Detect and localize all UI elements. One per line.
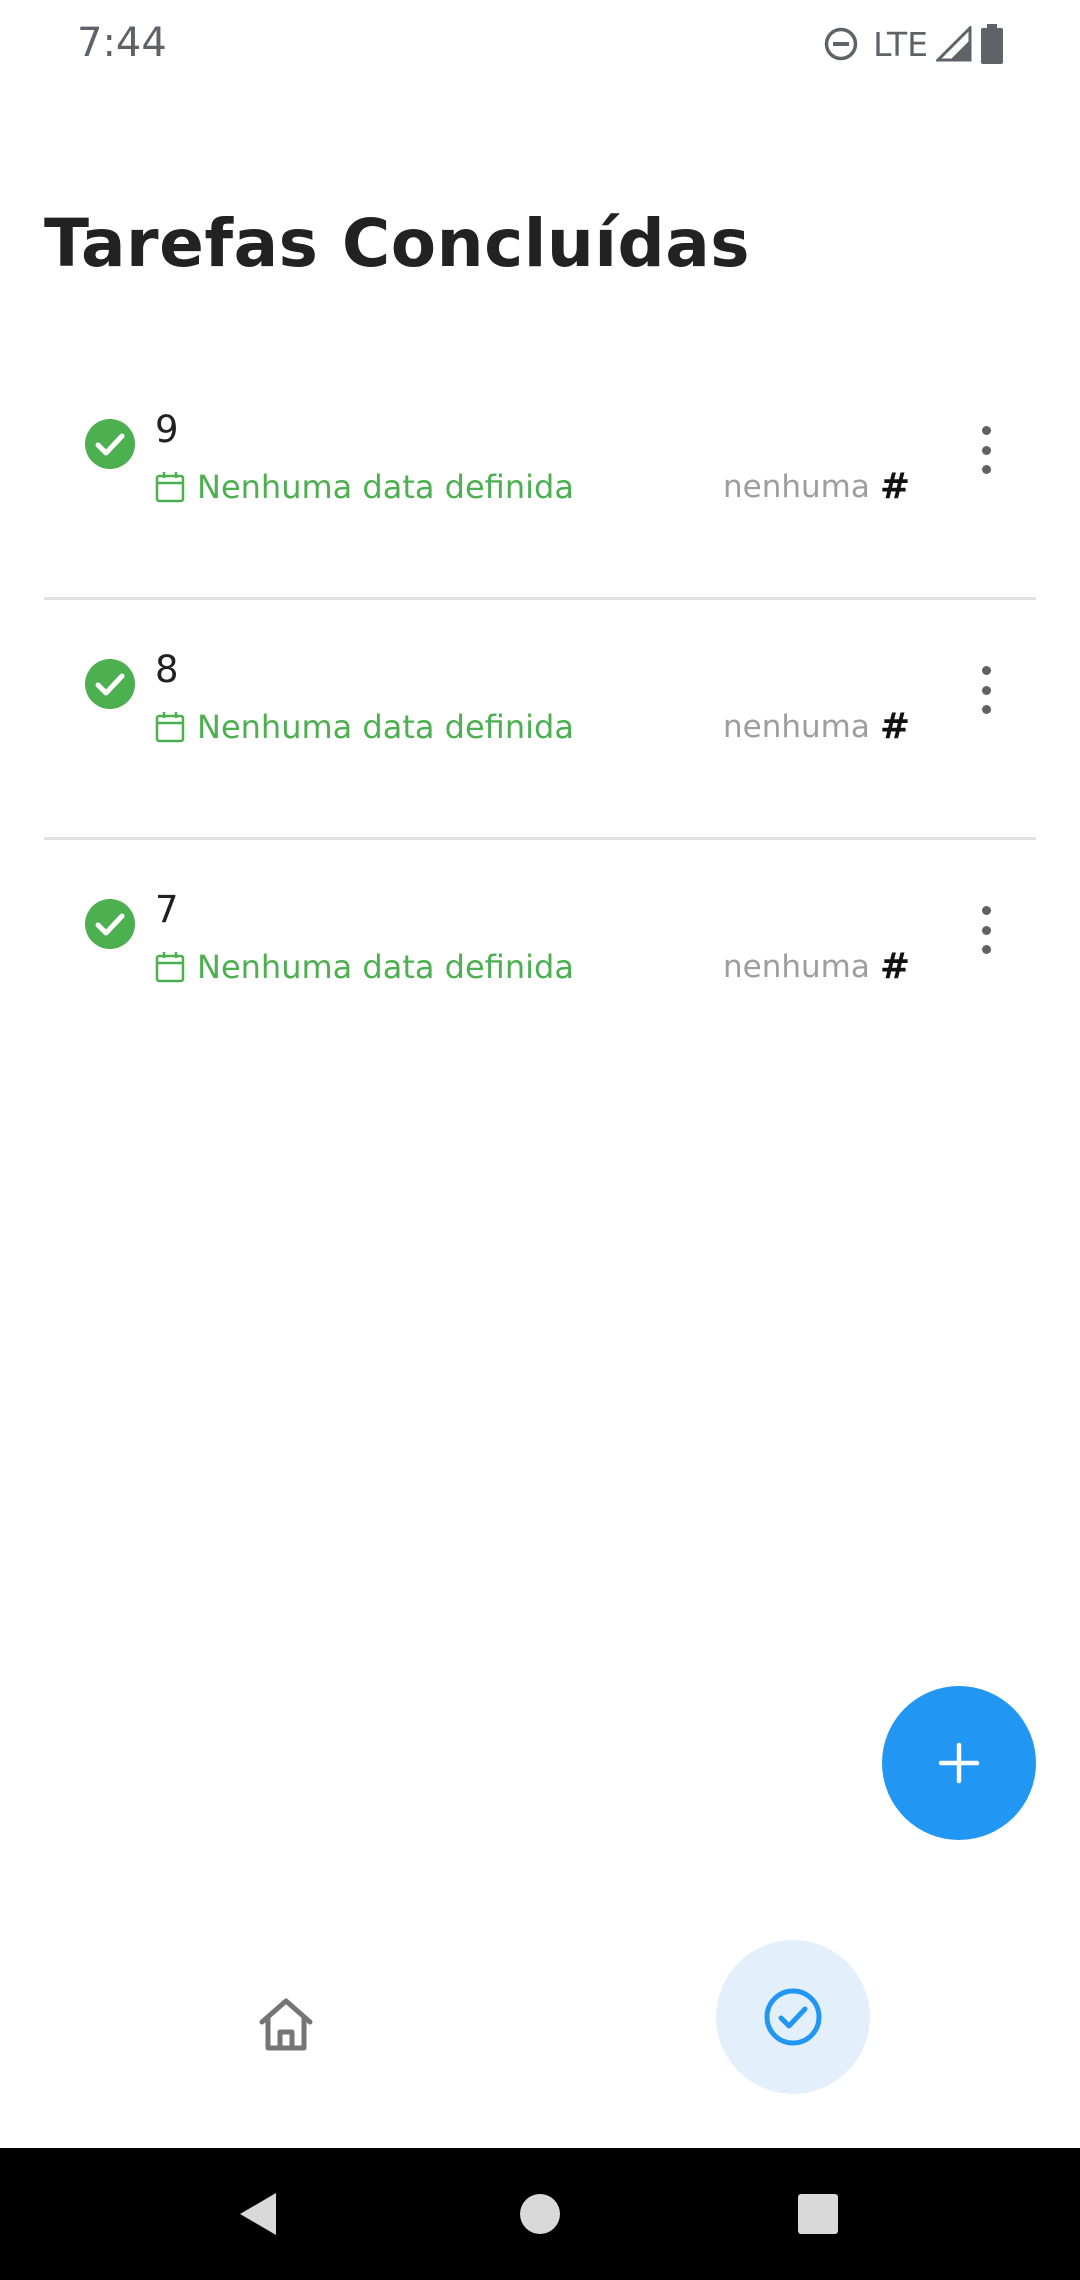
category-label: nenhuma <box>722 948 870 985</box>
calendar-icon <box>155 472 185 503</box>
check-circle-icon[interactable] <box>84 898 136 950</box>
hash-icon: # <box>879 706 910 747</box>
task-title: 9 <box>155 408 179 451</box>
task-category: nenhuma # <box>723 946 910 987</box>
add-task-button[interactable] <box>882 1686 1036 1840</box>
battery-icon <box>981 24 1003 64</box>
task-date-row: Nenhuma data definida <box>155 468 574 506</box>
do-not-disturb-icon <box>824 27 858 61</box>
check-circle-outline-icon <box>764 1988 822 2046</box>
status-icons: LTE <box>823 22 1004 66</box>
calendar-icon <box>155 712 185 743</box>
system-recents-button[interactable] <box>784 2180 852 2248</box>
screen: 7:44 LTE Tarefas Concluídas 9 Nenhuma da… <box>0 0 1080 2280</box>
more-vertical-icon <box>981 426 991 435</box>
task-date: Nenhuma data definida <box>197 468 574 506</box>
task-date-row: Nenhuma data definida <box>155 708 574 746</box>
task-date-row: Nenhuma data definida <box>155 948 574 986</box>
check-circle-icon[interactable] <box>84 658 136 710</box>
system-back-button[interactable] <box>224 2180 292 2248</box>
status-bar: 7:44 LTE <box>0 0 1080 88</box>
nav-completed-button[interactable] <box>716 1940 870 2094</box>
signal-icon <box>936 26 972 62</box>
more-options-button[interactable] <box>976 666 996 714</box>
task-title: 7 <box>155 888 179 931</box>
category-label: nenhuma <box>722 708 870 745</box>
system-navigation-bar <box>0 2148 1080 2280</box>
home-circle-icon <box>520 2194 560 2234</box>
more-vertical-icon <box>981 906 991 915</box>
hash-icon: # <box>879 466 910 507</box>
more-vertical-icon <box>981 666 991 675</box>
nav-home-button[interactable] <box>248 1986 324 2062</box>
bottom-nav <box>0 1920 1080 2148</box>
calendar-icon <box>155 952 185 983</box>
system-home-button[interactable] <box>506 2180 574 2248</box>
task-date: Nenhuma data definida <box>197 948 574 986</box>
recents-square-icon <box>798 2194 838 2234</box>
task-title: 8 <box>155 648 179 691</box>
task-item[interactable]: 9 Nenhuma data definida nenhuma # <box>44 360 1036 600</box>
task-list: 9 Nenhuma data definida nenhuma # 8 Nenh… <box>44 360 1036 1080</box>
back-triangle-icon <box>240 2193 276 2235</box>
plus-icon <box>938 1742 980 1784</box>
task-date: Nenhuma data definida <box>197 708 574 746</box>
page-title: Tarefas Concluídas <box>44 205 751 282</box>
network-type: LTE <box>873 24 928 64</box>
more-options-button[interactable] <box>976 426 996 474</box>
status-time: 7:44 <box>77 20 167 66</box>
task-category: nenhuma # <box>723 706 910 747</box>
category-label: nenhuma <box>722 468 870 505</box>
check-circle-icon[interactable] <box>84 418 136 470</box>
more-options-button[interactable] <box>976 906 996 954</box>
task-category: nenhuma # <box>723 466 910 507</box>
task-item[interactable]: 7 Nenhuma data definida nenhuma # <box>44 840 1036 1080</box>
hash-icon: # <box>879 946 910 987</box>
home-icon <box>259 1998 313 2051</box>
task-item[interactable]: 8 Nenhuma data definida nenhuma # <box>44 600 1036 840</box>
